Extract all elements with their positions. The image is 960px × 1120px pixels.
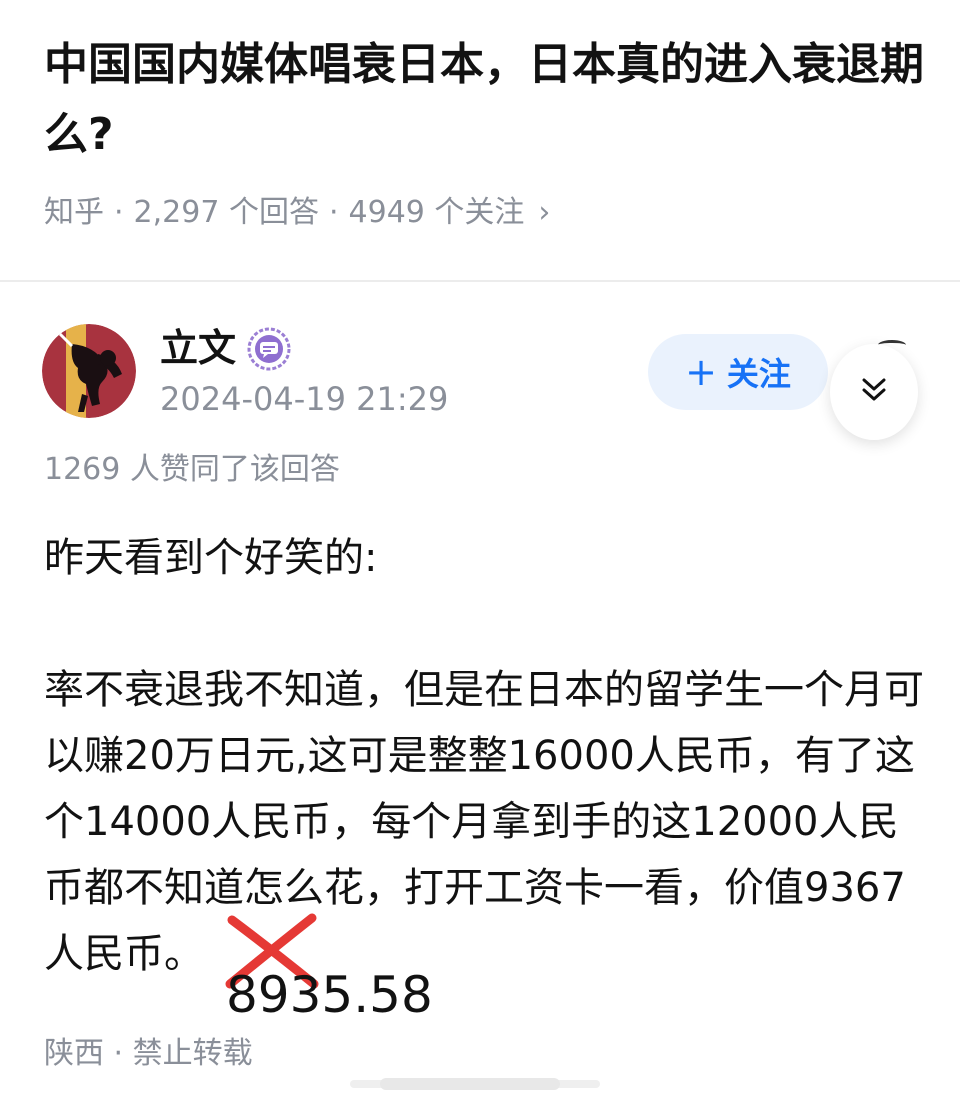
source-label: 知乎 — [44, 195, 104, 230]
answer-paragraph-text: 人民币。 — [44, 931, 204, 977]
follow-button[interactable]: + 关注 — [648, 334, 828, 410]
plus-icon: + — [685, 350, 717, 394]
follow-button-label: 关注 — [726, 355, 791, 393]
chevron-right-icon: › — [538, 195, 551, 230]
answer-timestamp: 2024-04-19 21:29 — [160, 380, 449, 418]
zhihu-answer-screenshot: 中国国内媒体唱衰日本，日本真的进入衰退期么? 知乎 · 2,297 个回答 · … — [0, 0, 960, 1120]
meta-separator: · — [114, 195, 124, 230]
repost-policy-label: 禁止转载 — [132, 1036, 253, 1071]
struck-value: 9367 — [804, 865, 906, 911]
follow-count: 4949 个关注 — [348, 195, 525, 230]
collapse-button[interactable] — [830, 344, 918, 440]
double-chevron-down-icon — [857, 373, 891, 411]
answer-footer-meta: 陕西 · 禁止转载 — [44, 1032, 253, 1076]
divider — [0, 280, 960, 282]
blurred-watermark — [350, 1078, 600, 1090]
answer-content: 昨天看到个好笑的: 率不衰退我不知道，但是在日本的留学生一个月可以赚20万日元,… — [44, 525, 924, 987]
meta-separator: · — [328, 195, 339, 230]
meta-separator: · — [113, 1036, 133, 1071]
answers-count: 2,297 个回答 — [133, 195, 319, 230]
answer-paragraph: 率不衰退我不知道，但是在日本的留学生一个月可以赚20万日元,这可是整整16000… — [44, 657, 924, 987]
location-label: 陕西 — [44, 1036, 104, 1071]
question-title[interactable]: 中国国内媒体唱衰日本，日本真的进入衰退期么? — [44, 30, 924, 170]
author-name[interactable]: 立文 — [160, 322, 236, 374]
answer-paragraph-text: 率不衰退我不知道，但是在日本的留学生一个月可以赚20万日元,这可是整整16000… — [44, 667, 924, 911]
chat-bubble-badge-icon — [246, 326, 292, 372]
handwritten-correction: 8935.58 — [226, 966, 433, 1024]
avatar[interactable] — [42, 324, 136, 418]
answer-paragraph: 昨天看到个好笑的: — [44, 535, 378, 581]
votes-text: 1269 人赞同了该回答 — [44, 452, 340, 487]
question-meta[interactable]: 知乎 · 2,297 个回答 · 4949 个关注 › — [44, 190, 550, 236]
